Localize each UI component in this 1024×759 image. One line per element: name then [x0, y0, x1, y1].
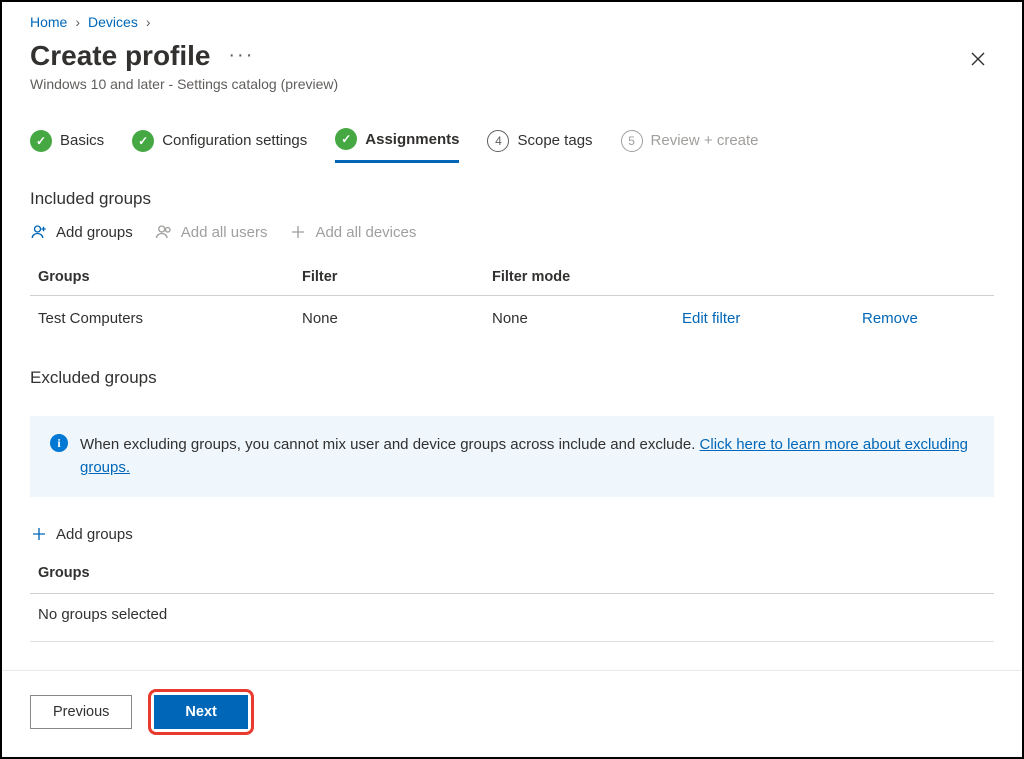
col-filter: Filter: [294, 259, 484, 296]
edit-filter-link[interactable]: Edit filter: [674, 296, 854, 342]
previous-button[interactable]: Previous: [30, 695, 132, 729]
check-icon: [335, 128, 357, 150]
breadcrumb-home[interactable]: Home: [30, 14, 67, 30]
included-actions: Add groups Add all users Add all devices: [30, 223, 994, 241]
step-number-icon: 4: [487, 130, 509, 152]
divider: [30, 641, 994, 642]
add-excluded-groups-button[interactable]: Add groups: [30, 525, 994, 543]
col-groups: Groups: [30, 259, 294, 296]
wizard-footer: Previous Next: [2, 670, 1022, 757]
highlight-annotation: Next: [148, 689, 253, 735]
add-groups-button[interactable]: Add groups: [30, 223, 133, 241]
step-configuration-settings[interactable]: Configuration settings: [132, 128, 307, 163]
action-label: Add groups: [56, 224, 133, 241]
step-scope-tags[interactable]: 4 Scope tags: [487, 128, 592, 163]
people-icon: [155, 223, 173, 241]
add-all-devices-button[interactable]: Add all devices: [289, 223, 416, 241]
page-subtitle: Windows 10 and later - Settings catalog …: [30, 76, 338, 92]
step-assignments[interactable]: Assignments: [335, 128, 459, 163]
wizard-stepper: Basics Configuration settings Assignment…: [30, 128, 994, 163]
excluded-groups-col: Groups: [30, 559, 994, 587]
person-plus-icon: [30, 223, 48, 241]
action-label: Add groups: [56, 526, 133, 543]
included-groups-heading: Included groups: [30, 189, 994, 209]
add-all-users-button[interactable]: Add all users: [155, 223, 268, 241]
no-groups-label: No groups selected: [30, 593, 994, 627]
breadcrumb: Home › Devices ›: [30, 14, 994, 30]
chevron-right-icon: ›: [146, 14, 151, 30]
chevron-right-icon: ›: [75, 14, 80, 30]
breadcrumb-devices[interactable]: Devices: [88, 14, 138, 30]
plus-icon: [289, 223, 307, 241]
cell-filter-mode: None: [484, 296, 674, 342]
action-label: Add all devices: [315, 224, 416, 241]
step-basics[interactable]: Basics: [30, 128, 104, 163]
info-icon: i: [50, 434, 68, 452]
plus-icon: [30, 525, 48, 543]
check-icon: [30, 130, 52, 152]
next-button[interactable]: Next: [154, 695, 247, 729]
info-banner: i When excluding groups, you cannot mix …: [30, 416, 994, 497]
table-row: Test Computers None None Edit filter Rem…: [30, 296, 994, 342]
close-button[interactable]: [962, 46, 994, 77]
page-title: Create profile: [30, 40, 211, 72]
close-icon: [970, 51, 986, 67]
step-number-icon: 5: [621, 130, 643, 152]
cell-group-name: Test Computers: [30, 296, 294, 342]
check-icon: [132, 130, 154, 152]
cell-filter: None: [294, 296, 484, 342]
col-filter-mode: Filter mode: [484, 259, 674, 296]
step-review-create[interactable]: 5 Review + create: [621, 128, 759, 163]
info-text: When excluding groups, you cannot mix us…: [80, 436, 700, 453]
remove-link[interactable]: Remove: [854, 296, 994, 342]
action-label: Add all users: [181, 224, 268, 241]
more-actions-icon[interactable]: ···: [228, 44, 254, 67]
included-groups-table: Groups Filter Filter mode Test Computers…: [30, 259, 994, 342]
excluded-groups-heading: Excluded groups: [30, 368, 994, 388]
